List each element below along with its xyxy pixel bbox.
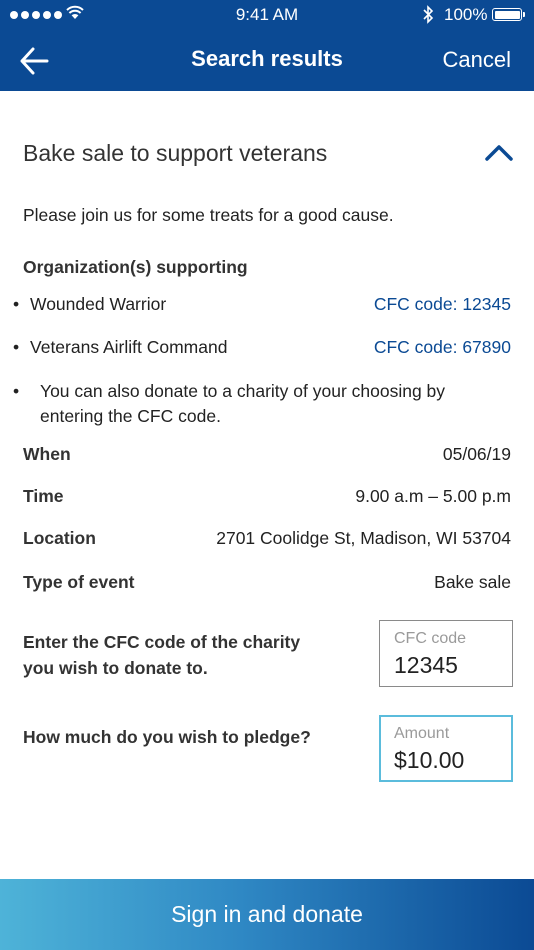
- amount-field-value: $10.00: [394, 747, 465, 773]
- organizations-heading: Organization(s) supporting: [23, 257, 248, 277]
- amount-input[interactable]: Amount $10.00: [379, 715, 513, 782]
- event-description: Please join us for some treats for a goo…: [23, 205, 394, 225]
- organization-name: Wounded Warrior: [30, 294, 167, 314]
- collapse-button[interactable]: [482, 138, 516, 168]
- cancel-button[interactable]: Cancel: [443, 47, 511, 73]
- cfc-code-field-value: 12345: [394, 652, 458, 678]
- detail-value: Bake sale: [434, 572, 511, 592]
- cfc-code-link[interactable]: CFC code: 12345: [374, 294, 511, 315]
- cfc-code-field-label: CFC code: [394, 630, 467, 647]
- detail-label: Location: [23, 528, 96, 548]
- note-text: You can also donate to a charity of your…: [40, 381, 446, 426]
- detail-label: Type of event: [23, 572, 135, 592]
- detail-value: 05/06/19: [442, 444, 511, 464]
- event-title: Bake sale to support veterans: [23, 140, 328, 166]
- cfc-code-prompt: Enter the CFC code of the charity you wi…: [23, 632, 301, 678]
- donation-note: • You can also donate to a charity of yo…: [13, 379, 483, 429]
- battery-percentage: 100%: [444, 5, 488, 24]
- detail-value: 2701 Coolidge St, Madison, WI 53704: [216, 528, 511, 548]
- app-header: 9:41 AM 100% Search results Cancel: [0, 0, 534, 91]
- detail-label: Time: [23, 486, 64, 506]
- bullet: •: [13, 381, 20, 401]
- bluetooth-icon: [423, 5, 434, 24]
- battery-icon: [492, 8, 522, 21]
- bullet: •: [13, 294, 20, 314]
- cfc-code-input[interactable]: CFC code 12345: [379, 620, 513, 687]
- status-bar: 9:41 AM 100%: [0, 0, 534, 30]
- sign-in-and-donate-button[interactable]: Sign in and donate: [0, 879, 534, 950]
- detail-label: When: [23, 444, 71, 464]
- chevron-up-icon: [485, 145, 513, 161]
- bullet: •: [13, 337, 20, 357]
- amount-prompt: How much do you wish to pledge?: [23, 727, 311, 747]
- cfc-code-link[interactable]: CFC code: 67890: [374, 337, 511, 358]
- organization-name: Veterans Airlift Command: [30, 337, 228, 357]
- amount-field-label: Amount: [394, 725, 450, 742]
- detail-value: 9.00 a.m – 5.00 p.m: [355, 486, 511, 506]
